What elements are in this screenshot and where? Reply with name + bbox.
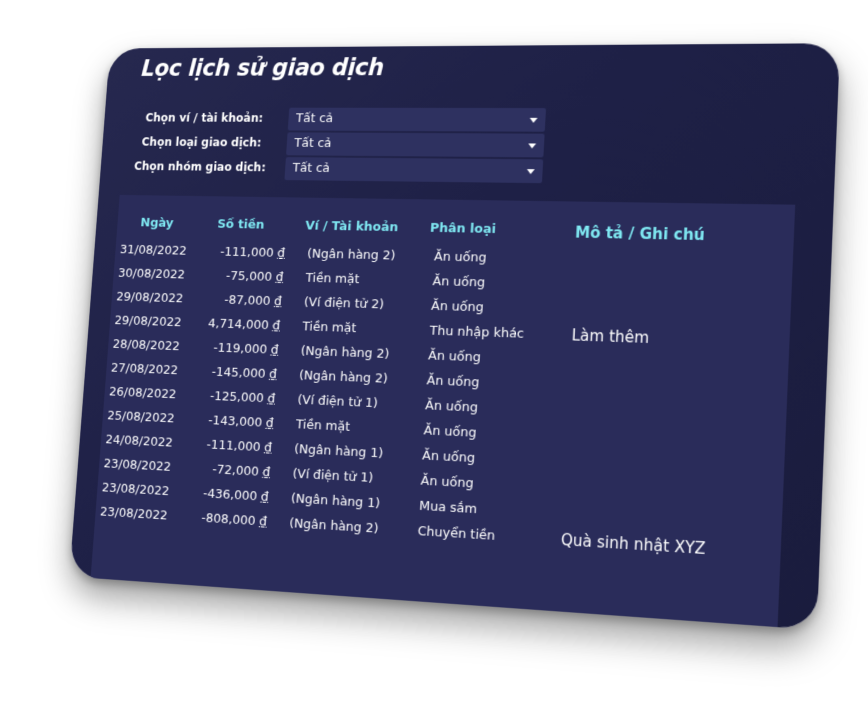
column-header-account: Ví / Tài khoản <box>304 218 399 236</box>
transaction-table: Ngày Số tiền Ví / Tài khoản Phân loại Mô… <box>89 194 796 630</box>
category-cell: Ăn uống <box>432 274 486 291</box>
amount-cell: -145,000 ₫ <box>192 359 278 387</box>
account-cell: (Ngân hàng 2) <box>298 368 389 387</box>
note-cell: Làm thêm <box>571 326 650 348</box>
account-cell: Tiền mặt <box>305 271 360 288</box>
filter-group-select[interactable]: Tất cả <box>284 157 544 184</box>
category-cell: Ăn uống <box>427 348 482 366</box>
account-cell: (Ngân hàng 2) <box>288 516 379 537</box>
account-cell: (Ngân hàng 2) <box>306 246 396 264</box>
column-header-date: Ngày <box>139 215 174 231</box>
filter-account-label: Chọn ví / tài khoản: <box>144 111 264 125</box>
amount-value: -436,000 <box>202 486 258 505</box>
amount-value: -87,000 <box>223 293 271 309</box>
category-cell: Ăn uống <box>433 249 487 266</box>
filter-group-row: Chọn nhóm giao dịch: Tất cả <box>133 156 565 184</box>
note-cell <box>574 273 718 302</box>
chevron-down-icon <box>529 117 538 123</box>
date-cell: 28/08/2022 <box>112 337 181 355</box>
currency-symbol: ₫ <box>270 342 279 358</box>
filter-type-row: Chọn loại giao dịch: Tất cả <box>135 132 566 158</box>
date-cell: 23/08/2022 <box>99 504 168 524</box>
currency-symbol: ₫ <box>260 489 270 505</box>
amount-value: -125,000 <box>209 389 265 407</box>
date-cell: 29/08/2022 <box>114 313 182 331</box>
category-cell: Ăn uống <box>430 298 485 316</box>
account-cell: Tiền mặt <box>301 319 357 337</box>
filter-type-label: Chọn loại giao dịch: <box>141 135 262 150</box>
category-cell: Chuyển tiền <box>417 523 496 544</box>
currency-symbol: ₫ <box>261 465 271 481</box>
amount-value: -111,000 <box>206 437 261 456</box>
date-cell: 26/08/2022 <box>108 384 177 403</box>
amount-value: -72,000 <box>211 462 260 480</box>
currency-symbol: ₫ <box>263 440 273 456</box>
report-card: Lọc lịch sử giao dịch Chọn ví / tài khoả… <box>69 43 841 630</box>
filter-type-value: Tất cả <box>293 136 332 151</box>
column-header-category: Phân loại <box>429 220 497 237</box>
date-cell: 30/08/2022 <box>117 266 186 283</box>
account-column: (Ngân hàng 2) Tiền mặt (Ví điện tử 2) Tiền … <box>289 242 397 542</box>
currency-symbol: ₫ <box>268 367 278 383</box>
currency-symbol: ₫ <box>266 391 276 407</box>
chevron-down-icon <box>526 169 535 175</box>
filter-group-label: Chọn nhóm giao dịch: <box>133 159 267 175</box>
currency-symbol: ₫ <box>276 246 286 261</box>
date-cell: 29/08/2022 <box>115 289 184 307</box>
date-cell: 31/08/2022 <box>119 242 188 259</box>
amount-value: -75,000 <box>225 269 273 285</box>
amount-cell: -119,000 ₫ <box>193 335 279 362</box>
date-cell: 25/08/2022 <box>106 408 175 427</box>
amount-value: -143,000 <box>207 413 263 431</box>
amount-cell: -75,000 ₫ <box>198 264 284 290</box>
page-title: Lọc lịch sử giao dịch <box>140 54 385 82</box>
filter-account-value: Tất cả <box>295 111 334 126</box>
date-cell: 27/08/2022 <box>110 361 179 379</box>
stage: Lọc lịch sử giao dịch Chọn ví / tài khoả… <box>0 0 868 712</box>
amount-cell: 4,714,000 ₫ <box>195 311 281 338</box>
account-cell: (Ngân hàng 2) <box>300 343 390 362</box>
amount-value: -119,000 <box>212 340 268 358</box>
filter-account-select[interactable]: Tất cả <box>287 107 547 132</box>
currency-symbol: ₫ <box>271 318 281 334</box>
column-header-note: Mô tả / Ghi chú <box>574 223 706 245</box>
filter-type-select[interactable]: Tất cả <box>286 132 545 158</box>
date-column: 31/08/2022 30/08/2022 29/08/2022 29/08/2022… <box>95 238 188 528</box>
currency-symbol: ₫ <box>265 416 274 432</box>
filter-group-value: Tất cả <box>292 161 331 176</box>
amount-value: -111,000 <box>219 244 275 261</box>
category-column: Ăn uống Ăn uống Ăn uống Thu nhập khác Ăn uốn… <box>417 245 529 551</box>
amount-value: -145,000 <box>211 364 266 382</box>
column-header-amount: Số tiền <box>216 217 265 233</box>
amount-value: -808,000 <box>200 510 256 529</box>
amount-column: -111,000 ₫ -75,000 ₫ -87,000 ₫ 4,714,000 ₫ -119,… <box>181 240 286 535</box>
amount-cell: -87,000 ₫ <box>197 287 283 314</box>
amount-value: 4,714,000 <box>207 316 270 334</box>
note-cell <box>575 248 719 277</box>
filter-account-row: Chọn ví / tài khoản: Tất cả <box>137 107 568 132</box>
note-column: Làm thêm Quà sinh nhật XYZ <box>560 248 719 563</box>
amount-cell: -111,000 ₫ <box>200 240 286 266</box>
currency-symbol: ₫ <box>258 514 268 530</box>
category-cell: Thu nhập khác <box>429 323 525 342</box>
account-cell: (Ví điện tử 2) <box>303 295 385 313</box>
currency-symbol: ₫ <box>275 270 284 285</box>
chevron-down-icon <box>528 143 537 149</box>
amount-cell: -808,000 ₫ <box>181 505 268 535</box>
currency-symbol: ₫ <box>273 294 283 310</box>
